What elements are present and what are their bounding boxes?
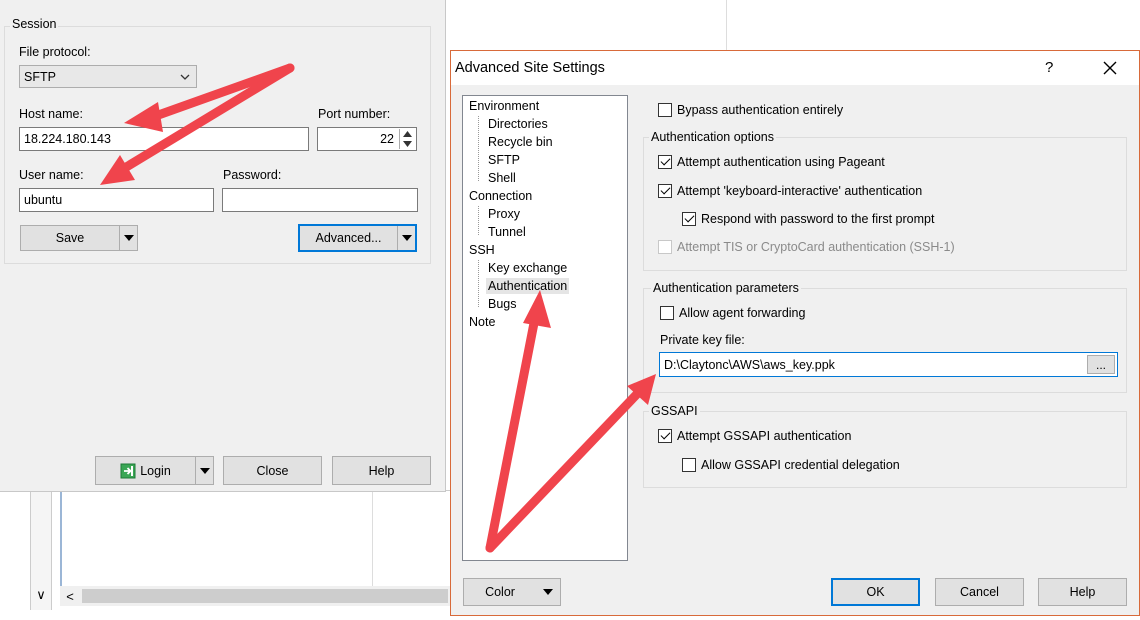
arrow-to-host-name-head [124,102,163,132]
annotation-arrows [100,63,656,553]
arrow-to-authentication-head [523,290,551,328]
